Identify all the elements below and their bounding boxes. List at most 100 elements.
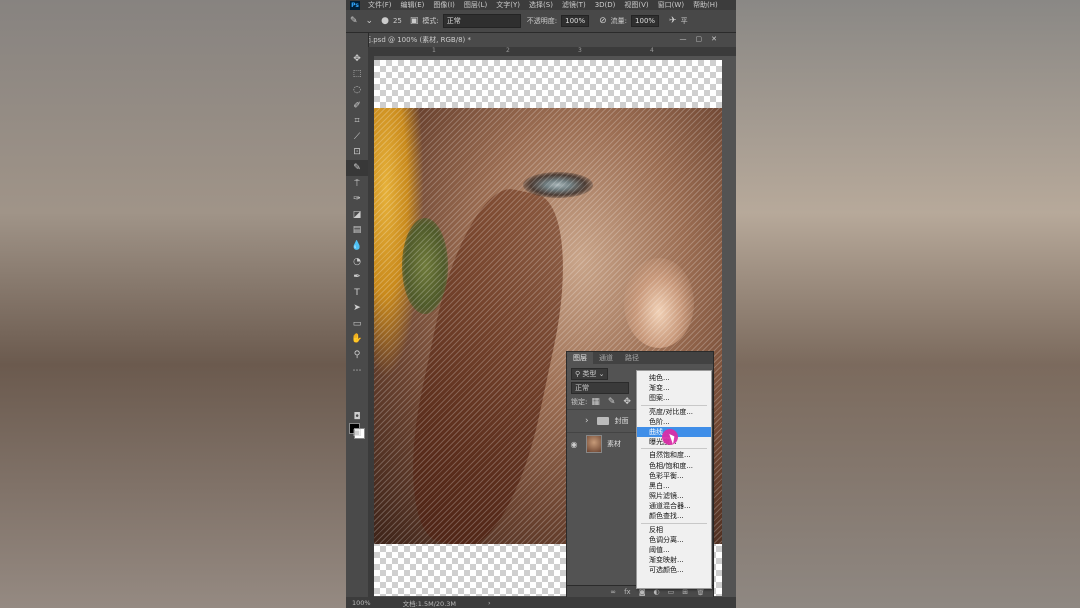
zoom-tool-icon[interactable]: ⚲ (346, 347, 368, 363)
menu-item-vibrance[interactable]: 自然饱和度... (637, 450, 711, 460)
menu-item-threshold[interactable]: 阈值... (637, 545, 711, 555)
window-controls[interactable]: —▢✕ (680, 35, 726, 43)
flow-label: 流量: (610, 17, 628, 25)
menu-edit[interactable]: 编辑(E) (401, 0, 425, 10)
layer-name: 封面 (614, 417, 629, 425)
gradient-tool-icon[interactable]: ▤ (346, 223, 368, 239)
type-tool-icon[interactable]: T (346, 285, 368, 301)
tools-panel: ✥ ⬚ ◌ ✐ ⌗ ⟋ ⊡ ✎ ⍑ ✑ ◪ ▤ 💧 ◔ ✒ T ➤ ▭ ✋ ⚲ … (346, 33, 369, 598)
crop-tool-icon[interactable]: ⌗ (346, 113, 368, 129)
document-info: 文档:1.5M/20.3M (402, 599, 456, 608)
photoshop-logo: Ps (350, 0, 360, 10)
menu-file[interactable]: 文件(F) (368, 0, 392, 10)
mode-label: 模式: (422, 17, 439, 25)
menu-item-selective-color[interactable]: 可选颜色... (637, 565, 711, 575)
background-blur-left (0, 0, 346, 608)
document-tab[interactable]: 面.psd @ 100% (素材, RGB/8) * (364, 35, 471, 47)
opacity-field[interactable]: 100% (561, 15, 590, 27)
tab-paths[interactable]: 路径 (619, 353, 645, 363)
zoom-level[interactable]: 100% (352, 599, 371, 607)
menu-help[interactable]: 帮助(H) (693, 0, 718, 10)
menu-layer[interactable]: 图层(L) (464, 0, 487, 10)
ruler-mark: 4 (650, 47, 654, 54)
menu-item-brightness-contrast[interactable]: 亮度/对比度... (637, 407, 711, 417)
brush-settings-icon[interactable]: ▣ (410, 16, 419, 26)
menu-item-gradient-map[interactable]: 渐变映射... (637, 555, 711, 565)
blur-tool-icon[interactable]: 💧 (346, 238, 368, 254)
lasso-tool-icon[interactable]: ◌ (346, 82, 368, 98)
visibility-eye-icon[interactable]: ◉ (567, 440, 581, 449)
menu-filter[interactable]: 滤镜(T) (562, 0, 586, 10)
flow-field[interactable]: 100% (631, 15, 660, 27)
clone-stamp-icon[interactable]: ⍑ (346, 176, 368, 192)
healing-brush-icon[interactable]: ⊡ (346, 145, 368, 161)
layer-filter-select[interactable]: ⚲ 类型 ⌄ (571, 368, 609, 380)
panel-tabs: 图层 通道 路径 (567, 352, 713, 364)
menu-divider (641, 522, 707, 524)
eyedropper-icon[interactable]: ⟋ (346, 129, 368, 145)
screen-mode-icon[interactable]: ▣ (346, 425, 368, 441)
link-layers-icon[interactable]: ∞ (610, 588, 616, 596)
menu-divider (641, 448, 707, 450)
menu-item-color-balance[interactable]: 色彩平衡... (637, 471, 711, 481)
menu-item-black-white[interactable]: 黑白... (637, 481, 711, 491)
menu-image[interactable]: 图像(I) (433, 0, 455, 10)
menu-type[interactable]: 文字(Y) (496, 0, 520, 10)
lock-label: 锁定: (571, 398, 588, 406)
ruler-mark: 1 (432, 47, 436, 54)
folder-icon (596, 417, 609, 425)
history-brush-icon[interactable]: ✑ (346, 191, 368, 207)
eraser-icon[interactable]: ◪ (346, 207, 368, 223)
tab-channels[interactable]: 通道 (593, 353, 619, 363)
menu-bar: Ps 文件(F) 编辑(E) 图像(I) 图层(L) 文字(Y) 选择(S) 滤… (346, 0, 736, 10)
quick-mask-icon[interactable]: ◘ (346, 409, 368, 425)
layer-style-button[interactable]: fx (624, 588, 631, 596)
menu-item-color-lookup[interactable]: 颜色查找... (637, 511, 711, 521)
lock-pixels-icon[interactable]: ▦ (591, 397, 600, 407)
options-bar: ✎ ⌄ ● 25 ▣ 模式: 正常 不透明度: 100% ⊘ 流量: 100% … (346, 10, 736, 33)
menu-item-pattern[interactable]: 图案... (637, 393, 711, 403)
menu-item-invert[interactable]: 反相 (637, 525, 711, 535)
rectangle-tool-icon[interactable]: ▭ (346, 316, 368, 332)
lock-brush-icon[interactable]: ✎ (608, 397, 616, 407)
background-blur-right (736, 0, 1080, 608)
hand-tool-icon[interactable]: ✋ (346, 332, 368, 348)
quick-select-icon[interactable]: ✐ (346, 98, 368, 114)
brush-size-value: 25 (392, 17, 402, 25)
marquee-tool-icon[interactable]: ⬚ (346, 67, 368, 83)
filter-label: 类型 (582, 370, 597, 378)
menu-window[interactable]: 窗口(W) (658, 0, 684, 10)
status-chevron-icon[interactable]: › (488, 599, 491, 607)
menu-item-gradient[interactable]: 渐变... (637, 383, 711, 393)
path-select-icon[interactable]: ➤ (346, 301, 368, 317)
more-tools-icon[interactable]: ⋯ (346, 363, 368, 379)
pen-tool-icon[interactable]: ✒ (346, 269, 368, 285)
status-bar: 100% 文档:1.5M/20.3M › (346, 597, 736, 608)
menu-view[interactable]: 视图(V) (624, 0, 648, 10)
menu-item-posterize[interactable]: 色调分离... (637, 535, 711, 545)
dodge-tool-icon[interactable]: ◔ (346, 254, 368, 270)
opacity-label: 不透明度: (526, 17, 558, 25)
menu-select[interactable]: 选择(S) (529, 0, 553, 10)
photoshop-window: Ps 文件(F) 编辑(E) 图像(I) 图层(L) 文字(Y) 选择(S) 滤… (346, 0, 736, 608)
brush-tool-icon[interactable]: ✎ (350, 16, 358, 26)
document-tab-bar: 面.psd @ 100% (素材, RGB/8) * —▢✕ (360, 33, 736, 48)
lock-position-icon[interactable]: ✥ (623, 397, 631, 407)
blend-mode-select[interactable]: 正常 (571, 382, 629, 394)
airbrush-icon[interactable]: ✈ (669, 16, 677, 26)
menu-item-solid-color[interactable]: 纯色... (637, 373, 711, 383)
brush-preset-icon[interactable]: ● (381, 16, 389, 26)
mode-select[interactable]: 正常 (442, 14, 521, 28)
chevron-right-icon[interactable]: › (585, 416, 589, 426)
menu-item-channel-mixer[interactable]: 通道混合器... (637, 501, 711, 511)
tab-layers[interactable]: 图层 (567, 352, 593, 364)
menu-item-photo-filter[interactable]: 照片滤镜... (637, 491, 711, 501)
menu-3d[interactable]: 3D(D) (595, 1, 616, 9)
move-tool-icon[interactable]: ✥ (346, 51, 368, 67)
menu-item-levels[interactable]: 色阶... (637, 417, 711, 427)
brush-tool-icon[interactable]: ✎ (346, 160, 368, 176)
menu-item-hue-saturation[interactable]: 色相/饱和度... (637, 461, 711, 471)
chevron-down-icon[interactable]: ⌄ (366, 16, 374, 26)
pressure-opacity-icon[interactable]: ⊘ (599, 16, 607, 26)
ruler-mark: 2 (506, 47, 510, 54)
